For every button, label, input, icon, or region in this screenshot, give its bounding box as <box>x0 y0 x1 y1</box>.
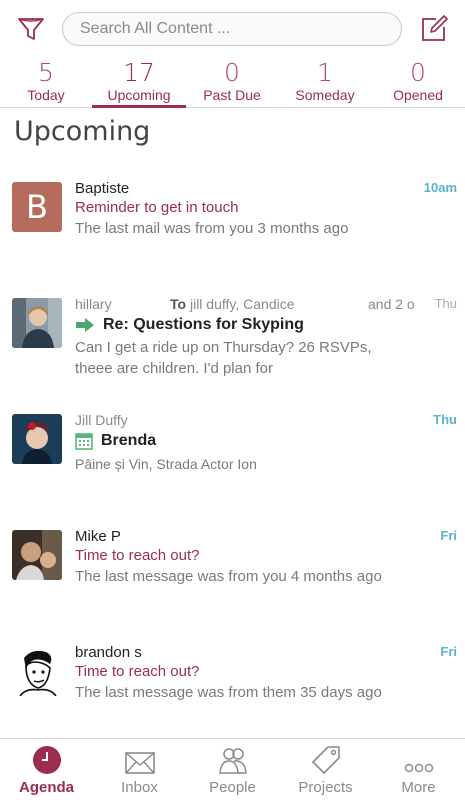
compose-icon <box>422 15 448 41</box>
section-title: Upcoming <box>14 116 151 147</box>
item-more-recipients: and 2 o <box>368 296 415 312</box>
forward-arrow-icon <box>75 317 95 333</box>
item-snippet: The last message was from them 35 days a… <box>75 684 382 701</box>
tab-label: Past Due <box>203 87 261 103</box>
compose-button[interactable] <box>417 12 451 46</box>
nav-label: People <box>209 779 256 796</box>
item-snippet: Pâine și Vin, Strada Actor Ion <box>75 456 257 472</box>
tab-upcoming[interactable]: 17 Upcoming <box>92 58 186 108</box>
item-subject: Reminder to get in touch <box>75 199 239 216</box>
agenda-item[interactable]: brandon s Fri Time to reach out? The las… <box>0 640 465 730</box>
item-snippet: The last mail was from you 3 months ago <box>75 220 349 237</box>
avatar <box>12 646 62 696</box>
tab-today[interactable]: 5 Today <box>6 58 86 108</box>
avatar <box>12 414 62 464</box>
item-subject: Brenda <box>101 432 157 449</box>
avatar-photo <box>12 298 62 348</box>
item-time: Fri <box>440 644 457 659</box>
tab-count: 1 <box>317 58 333 87</box>
tag-icon <box>311 746 340 774</box>
item-snippet: Can I get a ride up on Thursday? 26 RSVP… <box>75 339 372 377</box>
item-sender: Baptiste <box>75 180 130 197</box>
item-sender: hillary <box>75 296 112 312</box>
top-bar <box>0 0 465 58</box>
avatar-photo <box>12 414 62 464</box>
filter-icon <box>18 18 44 40</box>
tab-count: 0 <box>224 58 240 87</box>
item-snippet: The last message was from you 4 months a… <box>75 568 382 585</box>
nav-inbox[interactable]: Inbox <box>93 739 186 800</box>
tab-label: Someday <box>295 87 355 103</box>
nav-agenda[interactable]: Agenda <box>0 739 93 800</box>
tab-past-due[interactable]: 0 Past Due <box>192 58 272 108</box>
recipients-text: jill duffy, Candice <box>189 296 295 312</box>
nav-more[interactable]: More <box>372 739 465 800</box>
item-subject: Time to reach out? <box>75 547 200 564</box>
item-subject: Re: Questions for Skyping <box>103 316 304 333</box>
avatar <box>12 530 62 580</box>
avatar <box>12 298 62 348</box>
avatar-photo <box>12 646 62 696</box>
bottom-nav: Agenda Inbox People Projects More <box>0 738 465 800</box>
filter-button[interactable] <box>14 12 48 46</box>
item-time: Fri <box>440 528 457 543</box>
people-icon <box>218 748 247 774</box>
nav-projects[interactable]: Projects <box>279 739 372 800</box>
tab-someday[interactable]: 1 Someday <box>285 58 365 108</box>
envelope-icon <box>124 752 155 774</box>
nav-label: Projects <box>298 779 353 796</box>
tab-count: 5 <box>38 58 54 87</box>
avatar: B <box>12 182 62 232</box>
tab-opened[interactable]: 0 Opened <box>378 58 458 108</box>
tab-count: 17 <box>123 58 155 87</box>
item-sender: brandon s <box>75 644 142 661</box>
search-input[interactable] <box>62 12 402 46</box>
agenda-item[interactable]: hillary To jill duffy, Candice and 2 o T… <box>0 292 465 392</box>
item-sender: Jill Duffy <box>75 412 128 428</box>
agenda-tabs: 5 Today 17 Upcoming 0 Past Due 1 Someday… <box>0 58 465 108</box>
to-label: To <box>170 296 187 312</box>
tab-count: 0 <box>410 58 426 87</box>
more-icon <box>404 763 433 773</box>
item-time: Thu <box>433 412 457 427</box>
item-time: 10am <box>423 180 457 195</box>
item-subject: Time to reach out? <box>75 663 200 680</box>
item-recipients: To jill duffy, Candice <box>170 296 295 312</box>
calendar-icon <box>75 432 93 450</box>
agenda-item[interactable]: Mike P Fri Time to reach out? The last m… <box>0 524 465 624</box>
tab-label: Upcoming <box>107 87 171 103</box>
nav-label: More <box>401 779 436 796</box>
nav-people[interactable]: People <box>186 739 279 800</box>
clock-icon <box>32 746 61 774</box>
nav-label: Agenda <box>18 779 74 796</box>
avatar-photo <box>12 530 62 580</box>
tab-label: Opened <box>393 87 443 103</box>
item-time: Thu <box>434 296 457 311</box>
agenda-item[interactable]: Jill Duffy Thu Brenda Pâine și Vin, Stra… <box>0 408 465 508</box>
agenda-item[interactable]: B Baptiste 10am Reminder to get in touch… <box>0 176 465 276</box>
item-sender: Mike P <box>75 528 121 545</box>
item-subject-row: Re: Questions for Skyping <box>75 316 304 334</box>
tab-label: Today <box>27 87 65 103</box>
nav-label: Inbox <box>121 779 158 796</box>
item-subject-row: Brenda <box>75 432 156 450</box>
